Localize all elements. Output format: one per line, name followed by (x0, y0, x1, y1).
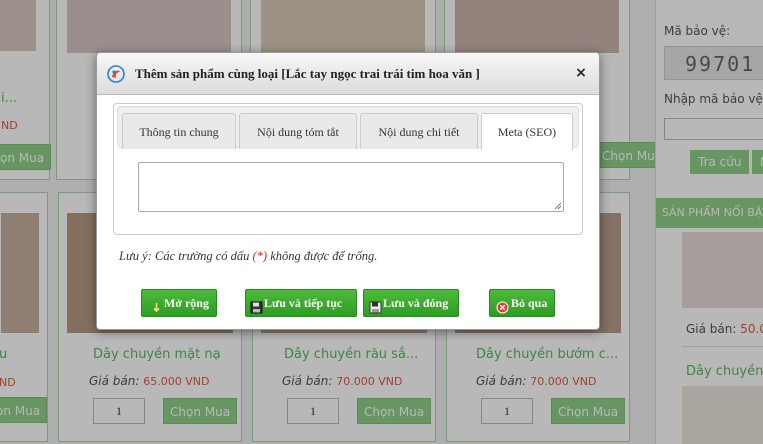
tab-bar: Thông tin chung Nội dung tóm tắt Nội dun… (117, 106, 579, 150)
expand-label: Mở rộng (164, 296, 209, 310)
note-suffix: không được để trống. (267, 249, 378, 263)
site-logo-icon (107, 65, 125, 83)
save-icon (369, 297, 382, 314)
expand-button[interactable]: Mở rộng (141, 289, 217, 317)
tab-panel: Thông tin chung Nội dung tóm tắt Nội dun… (113, 103, 583, 235)
resize-grip-icon[interactable] (554, 202, 561, 209)
cancel-icon (496, 297, 509, 314)
tab-general-info[interactable]: Thông tin chung (122, 113, 236, 149)
arrow-down-icon (150, 297, 163, 313)
close-icon[interactable]: × (573, 65, 589, 81)
dialog-title: Thêm sản phẩm cùng loại [Lắc tay ngọc tr… (135, 66, 480, 81)
save-continue-label: Lưu và tiếp tục (264, 296, 343, 310)
dialog-header: Thêm sản phẩm cùng loại [Lắc tay ngọc tr… (97, 53, 599, 95)
required-marker: (*) (252, 249, 268, 263)
tab-summary[interactable]: Nội dung tóm tắt (239, 113, 357, 149)
save-close-label: Lưu và đóng (383, 296, 449, 310)
save-close-button[interactable]: Lưu và đóng (363, 289, 459, 317)
save-icon (250, 297, 263, 314)
save-continue-button[interactable]: Lưu và tiếp tục (245, 289, 357, 317)
tab-details[interactable]: Nội dung chi tiết (360, 113, 478, 149)
add-related-product-dialog: Thêm sản phẩm cùng loại [Lắc tay ngọc tr… (96, 52, 600, 330)
skip-label: Bỏ qua (511, 296, 548, 310)
required-fields-note: Lưu ý: Các trường có dấu (*) không được … (119, 249, 377, 264)
tab-meta-seo[interactable]: Meta (SEO) (481, 113, 573, 150)
note-prefix: Lưu ý: Các trường có dấu (119, 249, 253, 263)
skip-button[interactable]: Bỏ qua (489, 289, 555, 317)
meta-textarea[interactable] (138, 162, 564, 212)
